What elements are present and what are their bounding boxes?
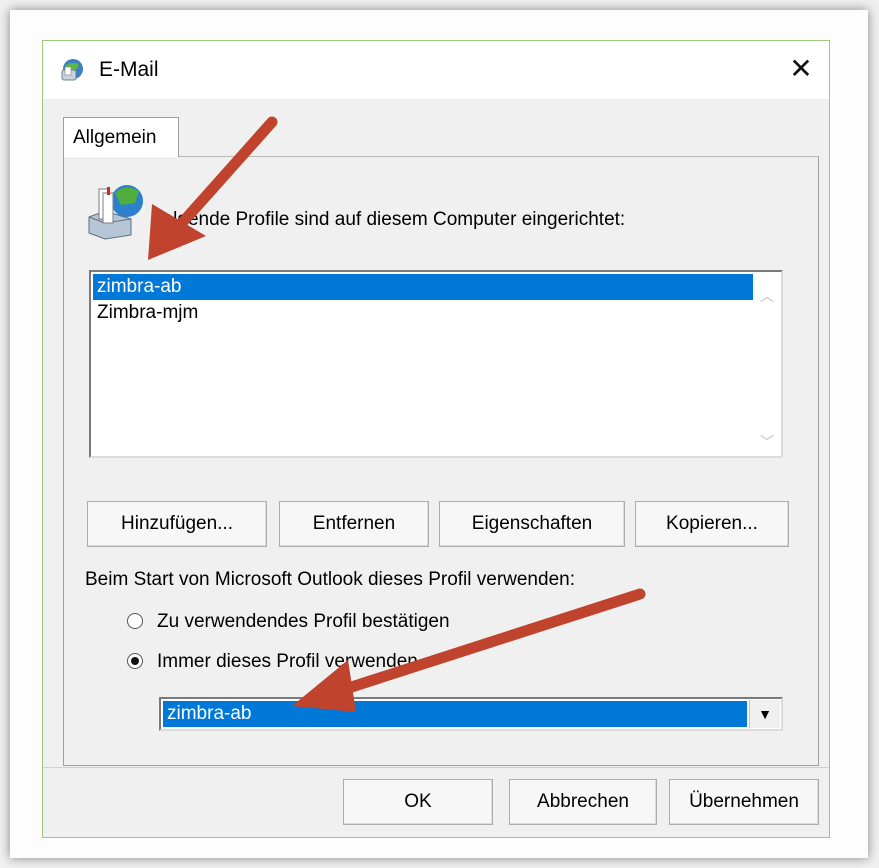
tab-panel [63,156,819,766]
window-title: E-Mail [99,58,159,81]
radio-always-profile-label[interactable]: Immer dieses Profil verwenden [157,651,418,673]
tab-allgemein[interactable]: Allgemein [63,117,179,157]
profile-select-value: zimbra-ab [163,701,747,727]
scroll-up-icon[interactable]: ︿ [757,286,777,304]
mail-globe-icon [61,59,83,81]
dropdown-arrow-icon[interactable]: ▼ [749,700,780,728]
profile-item-zimbra-mjm[interactable]: Zimbra-mjm [93,300,753,326]
scroll-down-icon[interactable]: ﹀ [757,432,777,450]
profile-select[interactable]: zimbra-ab ▼ [159,697,783,731]
copy-button[interactable]: Kopieren... [635,501,789,547]
properties-button[interactable]: Eigenschaften [439,501,625,547]
remove-button[interactable]: Entfernen [279,501,429,547]
footer-divider [43,767,829,768]
profiles-listbox[interactable]: zimbra-ab Zimbra-mjm ︿ ﹀ [89,270,783,458]
startup-label: Beim Start von Microsoft Outlook dieses … [85,569,575,590]
radio-confirm-profile-label[interactable]: Zu verwendendes Profil bestätigen [157,611,450,633]
title-bar: E-Mail ✕ [43,41,829,99]
cancel-button[interactable]: Abbrechen [509,779,657,825]
ok-button[interactable]: OK [343,779,493,825]
close-button[interactable]: ✕ [785,53,817,85]
close-icon: ✕ [789,53,813,84]
add-button[interactable]: Hinzufügen... [87,501,267,547]
profile-item-zimbra-ab[interactable]: zimbra-ab [93,274,753,300]
profiles-icon [88,185,143,240]
tab-label: Allgemein [73,127,157,148]
radio-confirm-profile[interactable] [127,613,143,629]
apply-button[interactable]: Übernehmen [669,779,819,825]
radio-always-profile[interactable] [127,653,143,669]
profiles-label: Folgende Profile sind auf diesem Compute… [151,209,626,230]
email-profiles-dialog: E-Mail ✕ Allgemein Folgende Profile sind… [42,40,830,838]
radio-checked-dot [131,657,139,665]
